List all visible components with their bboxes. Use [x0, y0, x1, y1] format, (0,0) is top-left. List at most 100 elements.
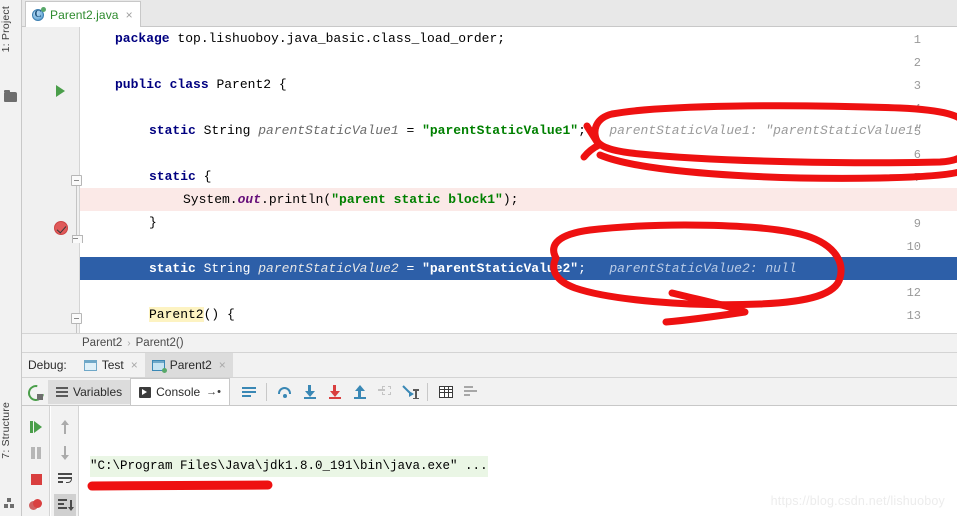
- keyword-public: public: [115, 77, 162, 92]
- code-line-8: System.out.println("parent static block1…: [80, 188, 957, 211]
- breadcrumb: Parent2 › Parent2(): [22, 333, 957, 352]
- sidebar-item-structure[interactable]: 7: Structure: [0, 402, 22, 494]
- debug-toolbar: Variables Console →•: [22, 377, 957, 405]
- code-line-1: package top.lishuoboy.java_basic.class_l…: [80, 27, 957, 50]
- debug-actions-column: [22, 406, 50, 516]
- watermark: https://blog.csdn.net/lishuoboy: [770, 494, 945, 508]
- view-breakpoints-icon[interactable]: [25, 494, 47, 516]
- stop-icon[interactable]: [25, 468, 47, 490]
- debug-session-running-icon: [151, 359, 167, 373]
- class-name: Parent2 {: [208, 77, 287, 92]
- constructor-rest: () {: [203, 307, 235, 322]
- keyword-static-2: static: [149, 261, 196, 276]
- tab-console-label: Console: [156, 385, 201, 399]
- code-line-13: Parent2() {: [80, 303, 957, 326]
- pin-arrow-icon[interactable]: →•: [206, 386, 221, 398]
- assign-op: =: [398, 123, 423, 138]
- breadcrumb-item-class[interactable]: Parent2: [82, 337, 122, 349]
- semicolon: ;: [578, 123, 586, 138]
- chevron-right-icon: ›: [127, 337, 131, 349]
- soft-wrap-icon[interactable]: [54, 468, 76, 490]
- console-icon: [139, 386, 152, 398]
- debug-session-tab-label: Test: [101, 358, 124, 372]
- run-to-cursor-icon[interactable]: [397, 379, 422, 404]
- scroll-down-icon[interactable]: [54, 442, 76, 464]
- sidebar-item-project[interactable]: 1: Project: [0, 6, 22, 86]
- keyword-package: package: [115, 31, 170, 46]
- debug-tool-window-header: Debug: Test × Parent2 ×: [22, 352, 957, 378]
- project-label: 1: Project: [0, 6, 12, 53]
- keyword-static-block: static: [149, 169, 196, 184]
- close-icon[interactable]: ×: [219, 358, 226, 372]
- close-icon[interactable]: ×: [131, 358, 138, 372]
- editor-tab-parent2java[interactable]: C Parent2.java ×: [25, 1, 141, 27]
- debug-session-tab-label: Parent2: [169, 358, 212, 372]
- structure-label: 7: Structure: [0, 402, 12, 459]
- step-into-icon[interactable]: [297, 379, 322, 404]
- rerun-icon[interactable]: [22, 379, 48, 405]
- toolbar-divider: [427, 382, 429, 401]
- field-name-1: parentStaticValue1: [258, 123, 399, 138]
- left-tool-rail: 1: Project 7: Structure: [0, 0, 22, 516]
- console-line: "C:\Program Files\Java\jdk1.8.0_191\bin\…: [90, 456, 957, 477]
- folder-icon: [4, 90, 17, 105]
- editor-tabbar: C Parent2.java ×: [22, 0, 957, 27]
- constructor-name: Parent2: [149, 307, 204, 322]
- debug-session-tab-parent2[interactable]: Parent2 ×: [144, 352, 233, 378]
- scroll-to-end-icon[interactable]: [54, 494, 76, 516]
- out-field: out: [237, 192, 262, 207]
- resume-program-icon[interactable]: [25, 416, 47, 438]
- string-literal-1: "parentStaticValue1": [422, 123, 579, 138]
- system-ref: System.: [183, 192, 238, 207]
- code-line-5: static String parentStaticValue1 = "pare…: [80, 119, 957, 142]
- inline-debug-hint-2: parentStaticValue2: null: [609, 261, 797, 276]
- tab-console[interactable]: Console →•: [130, 378, 231, 405]
- drop-frame-icon[interactable]: [372, 379, 397, 404]
- code-line-9: }: [80, 211, 957, 234]
- string-literal-2: "parent static block1": [331, 192, 503, 207]
- ide-window: 1: Project 7: Structure C Parent2.java ×…: [0, 0, 957, 516]
- package-path: top.lishuoboy.java_basic.class_load_orde…: [169, 31, 506, 46]
- code-editor[interactable]: 1 2 3 4 5 6 7 8 9 10 11 12 13 package to…: [22, 27, 957, 333]
- code-line-7: static {: [80, 165, 957, 188]
- run-class-gutter-icon[interactable]: [56, 85, 65, 97]
- console-command-line: "C:\Program Files\Java\jdk1.8.0_191\bin\…: [90, 456, 488, 477]
- keyword-class: class: [169, 77, 209, 92]
- tab-variables-label: Variables: [73, 384, 123, 399]
- type-string: String: [195, 123, 259, 138]
- evaluate-expression-icon[interactable]: [433, 379, 458, 404]
- close-brace: }: [149, 215, 157, 230]
- step-over-icon[interactable]: [272, 379, 297, 404]
- tab-variables[interactable]: Variables: [48, 379, 131, 404]
- field-name-2: parentStaticValue2: [258, 261, 399, 276]
- semicolon-2: ;: [578, 261, 586, 276]
- open-brace: {: [195, 169, 212, 184]
- pause-program-icon[interactable]: [25, 442, 47, 464]
- editor-tab-label: Parent2.java: [50, 7, 119, 22]
- step-out-icon[interactable]: [347, 379, 372, 404]
- show-execution-point-icon[interactable]: [236, 379, 261, 404]
- code-line-3: public class Parent2 {: [80, 73, 957, 96]
- inline-debug-hint-1: parentStaticValue1: "parentStaticValue1": [609, 123, 922, 138]
- force-step-into-icon[interactable]: [322, 379, 347, 404]
- type-string-2: String: [195, 261, 259, 276]
- console-actions-column: [51, 406, 79, 516]
- code-text-area[interactable]: package top.lishuoboy.java_basic.class_l…: [80, 27, 957, 333]
- settings-lines-icon[interactable]: [458, 379, 483, 404]
- toolbar-divider: [266, 382, 268, 401]
- close-icon[interactable]: ×: [126, 9, 133, 21]
- debug-session-tab-test[interactable]: Test ×: [77, 353, 145, 378]
- breadcrumb-item-method[interactable]: Parent2(): [136, 337, 184, 349]
- println-call: .println(: [261, 192, 332, 207]
- breakpoint-icon[interactable]: [54, 221, 68, 235]
- string-literal-3: "parentStaticValue2": [422, 261, 579, 276]
- variables-icon: [56, 386, 68, 397]
- fold-region-line: [76, 186, 77, 236]
- fold-region-line: [76, 324, 77, 333]
- call-end: );: [502, 192, 519, 207]
- scroll-up-icon[interactable]: [54, 416, 76, 438]
